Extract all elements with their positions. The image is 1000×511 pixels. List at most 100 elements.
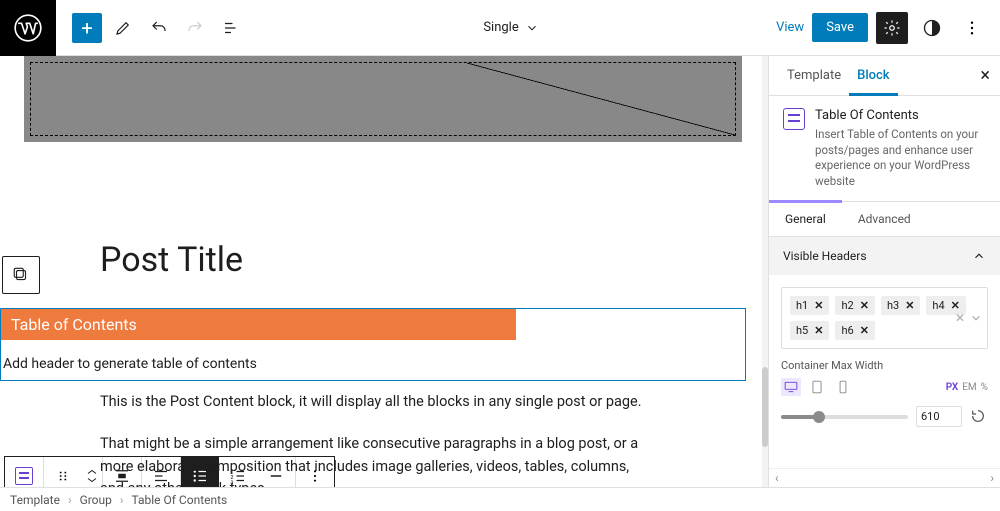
placeholder-outline — [30, 62, 736, 136]
redo-icon — [186, 19, 204, 37]
redo-button[interactable] — [180, 13, 210, 43]
unit-px[interactable]: PX — [946, 382, 959, 393]
tag-h5[interactable]: h5✕ — [790, 321, 829, 340]
block-info: Table Of Contents Insert Table of Conten… — [769, 96, 1000, 202]
remove-tag-icon[interactable]: ✕ — [905, 299, 914, 312]
editor-canvas[interactable]: Post Title — [0, 56, 762, 487]
save-button[interactable]: Save — [812, 13, 868, 42]
content-paragraph[interactable]: That might be a simple arrangement like … — [100, 433, 642, 487]
panel-head-visible-headers[interactable]: Visible Headers — [769, 237, 1000, 275]
block-toolbar-wrapper: 123 — [2, 256, 46, 294]
reset-icon — [970, 408, 986, 424]
kebab-icon — [963, 19, 981, 37]
crumb-toc[interactable]: Table Of Contents — [132, 493, 228, 507]
tab-template[interactable]: Template — [779, 56, 849, 95]
device-mobile-button[interactable] — [833, 378, 853, 396]
toc-heading[interactable]: Table of Contents — [1, 309, 516, 340]
drag-handle[interactable] — [44, 457, 82, 487]
list-view-button[interactable] — [216, 13, 246, 43]
tag-h6[interactable]: h6✕ — [835, 321, 874, 340]
toolbar-center[interactable]: Single — [246, 20, 776, 35]
toolbar-left: + — [56, 13, 246, 43]
block-movers[interactable] — [82, 457, 102, 487]
visible-headers-tags[interactable]: h1✕ h2✕ h3✕ h4✕ h5✕ h6✕ ✕ — [781, 287, 988, 349]
add-block-button[interactable]: + — [72, 13, 102, 43]
block-breadcrumb: Template › Group › Table Of Contents — [0, 487, 1000, 511]
sidebar-horizontal-scroll[interactable]: ‹› — [769, 468, 1000, 487]
view-link[interactable]: View — [776, 20, 804, 35]
post-title[interactable]: Post Title — [100, 240, 243, 280]
mobile-icon — [838, 380, 848, 394]
styles-button[interactable] — [916, 12, 948, 44]
panel-visible-headers: Visible Headers h1✕ h2✕ h3✕ h4✕ h5✕ h6✕ … — [769, 236, 1000, 439]
chevron-right-icon: › — [68, 493, 72, 507]
template-select-label: Single — [483, 20, 518, 35]
crumb-group[interactable]: Group — [80, 493, 112, 507]
remove-tag-icon[interactable]: ✕ — [860, 299, 869, 312]
app-root: + Single View Save — [0, 0, 1000, 511]
device-tablet-button[interactable] — [807, 378, 827, 396]
more-menu-button[interactable] — [956, 12, 988, 44]
sidebar-sub-tabs: General Advanced — [769, 202, 1000, 236]
undo-icon — [150, 19, 168, 37]
remove-tag-icon[interactable]: ✕ — [814, 299, 823, 312]
chevron-down-icon — [525, 21, 539, 35]
desktop-icon — [784, 381, 798, 393]
width-input[interactable]: 610 — [916, 406, 962, 427]
panel-title: Visible Headers — [783, 249, 867, 263]
tag-row-actions: ✕ — [955, 298, 983, 338]
post-content[interactable]: This is the Post Content block, it will … — [100, 391, 642, 487]
wp-logo[interactable] — [0, 0, 56, 56]
toc-hint: Add header to generate table of contents — [1, 350, 745, 380]
settings-sidebar: Template Block × Table Of Contents Inser… — [768, 56, 1000, 487]
unit-em[interactable]: EM — [962, 382, 976, 393]
gear-icon — [883, 19, 901, 37]
main-area: Post Title — [0, 56, 1000, 487]
parent-block-button[interactable] — [2, 256, 40, 294]
block-type-button[interactable] — [5, 457, 43, 487]
drag-icon — [56, 469, 70, 483]
toc-icon — [783, 108, 805, 130]
tag-h1[interactable]: h1✕ — [790, 296, 829, 315]
top-toolbar: + Single View Save — [0, 0, 1000, 56]
list-view-icon — [222, 19, 240, 37]
device-desktop-button[interactable] — [781, 378, 801, 396]
unit-pct[interactable]: % — [981, 382, 988, 393]
tablet-icon — [811, 380, 823, 394]
tag-h3[interactable]: h3✕ — [881, 296, 920, 315]
contrast-icon — [922, 18, 942, 38]
edit-tool-button[interactable] — [108, 13, 138, 43]
container-width-label: Container Max Width — [781, 359, 988, 372]
settings-button[interactable] — [876, 12, 908, 44]
header-placeholder-block[interactable] — [24, 56, 742, 142]
remove-tag-icon[interactable]: ✕ — [814, 324, 823, 337]
chevron-down-icon[interactable] — [969, 311, 983, 325]
chevron-up-icon — [86, 468, 98, 476]
toc-icon — [15, 467, 33, 485]
width-slider[interactable] — [781, 415, 908, 419]
wordpress-icon — [14, 14, 42, 42]
parent-stack-icon — [12, 266, 30, 284]
block-info-desc: Insert Table of Contents on your posts/p… — [815, 127, 986, 189]
undo-button[interactable] — [144, 13, 174, 43]
sidebar-close-button[interactable]: × — [980, 65, 990, 86]
reset-button[interactable] — [970, 408, 988, 426]
crumb-template[interactable]: Template — [10, 493, 60, 507]
subtab-advanced[interactable]: Advanced — [842, 202, 927, 236]
width-slider-row: 610 — [781, 406, 988, 427]
block-info-title: Table Of Contents — [815, 108, 986, 123]
subtab-general[interactable]: General — [769, 202, 842, 236]
sidebar-tabs: Template Block × — [769, 56, 1000, 96]
unit-selector[interactable]: PX EM % — [946, 382, 988, 393]
clear-tags-button[interactable]: ✕ — [955, 311, 965, 325]
tab-block[interactable]: Block — [849, 56, 897, 95]
tag-h2[interactable]: h2✕ — [835, 296, 874, 315]
toolbar-right: View Save — [776, 12, 1000, 44]
content-paragraph[interactable]: This is the Post Content block, it will … — [100, 391, 642, 413]
toc-block-selected[interactable]: Table of Contents Add header to generate… — [0, 308, 746, 381]
chevron-down-icon — [86, 476, 98, 484]
remove-tag-icon[interactable]: ✕ — [860, 324, 869, 337]
chevron-up-icon — [972, 249, 986, 263]
chevron-right-icon: › — [120, 493, 124, 507]
device-unit-row: PX EM % — [781, 378, 988, 396]
